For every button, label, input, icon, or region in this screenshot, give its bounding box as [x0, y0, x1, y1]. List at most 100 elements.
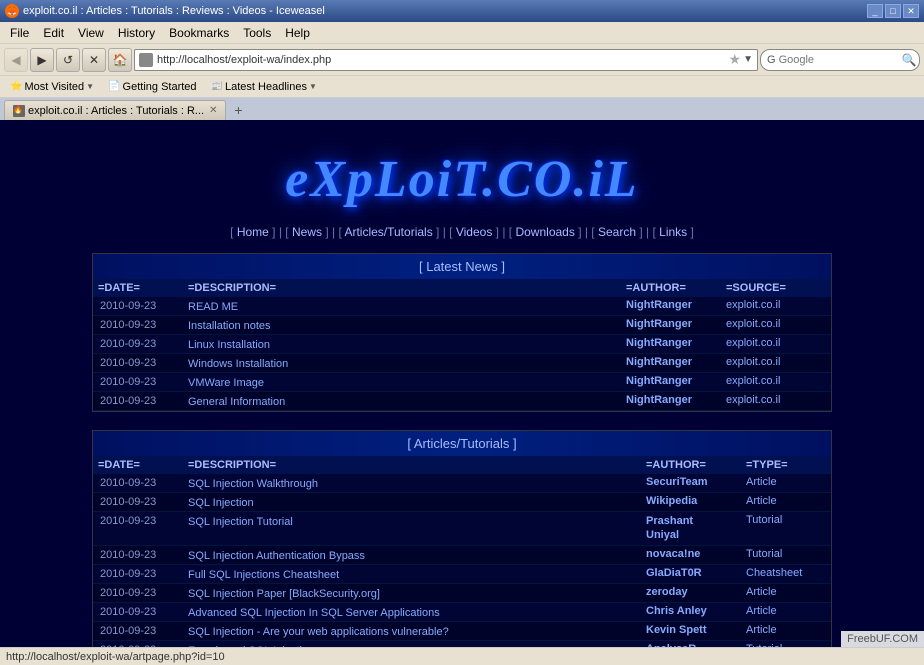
- address-bar-container: http://localhost/exploit-wa/index.php ★ …: [134, 49, 758, 71]
- desc-link[interactable]: Linux Installation: [188, 339, 270, 351]
- nav-news[interactable]: News: [292, 225, 322, 239]
- desc-link[interactable]: READ ME: [188, 301, 238, 313]
- app-icon: 🦊: [5, 4, 19, 18]
- window-controls[interactable]: _ □ ✕: [867, 4, 919, 18]
- table-row: 2010-09-23 READ ME NightRanger exploit.c…: [93, 297, 831, 316]
- stop-button[interactable]: ✕: [82, 48, 106, 72]
- desc-link[interactable]: SQL Injection Authentication Bypass: [188, 550, 365, 562]
- cell-date: 2010-09-23: [98, 394, 188, 408]
- latest-news-section: [ Latest News ] =DATE= =DESCRIPTION= =AU…: [92, 253, 832, 412]
- desc-link[interactable]: Windows Installation: [188, 358, 288, 370]
- menu-help[interactable]: Help: [279, 24, 316, 42]
- desc-link[interactable]: VMWare Image: [188, 377, 264, 389]
- cell-desc: Advanced SQL Injection In SQL Server App…: [188, 605, 646, 619]
- cell-source: exploit.co.il: [726, 337, 826, 351]
- cell-date: 2010-09-23: [98, 624, 188, 638]
- desc-link[interactable]: SQL Injection Paper [BlackSecurity.org]: [188, 588, 380, 600]
- search-input[interactable]: [779, 54, 899, 66]
- cell-date: 2010-09-23: [98, 548, 188, 562]
- bookmark-most-visited[interactable]: ⭐ Most Visited ▼: [4, 80, 100, 94]
- table-row: 2010-09-23 SQL Injection Tutorial Prasha…: [93, 512, 831, 546]
- desc-link[interactable]: General Information: [188, 396, 285, 408]
- table-row: 2010-09-23 Linux Installation NightRange…: [93, 335, 831, 354]
- menu-view[interactable]: View: [72, 24, 110, 42]
- menu-edit[interactable]: Edit: [37, 24, 70, 42]
- desc-link[interactable]: Advanced SQL Injection In SQL Server App…: [188, 607, 440, 619]
- desc-link[interactable]: SQL Injection: [188, 497, 254, 509]
- cell-author: Wikipedia: [646, 495, 746, 509]
- menu-bookmarks[interactable]: Bookmarks: [163, 24, 235, 42]
- back-button[interactable]: ◀: [4, 48, 28, 72]
- menu-history[interactable]: History: [112, 24, 161, 42]
- desc-link[interactable]: SQL Injection Tutorial: [188, 516, 293, 528]
- cell-date: 2010-09-23: [98, 567, 188, 581]
- nav-sep6: ] | [: [639, 225, 659, 239]
- minimize-button[interactable]: _: [867, 4, 883, 18]
- nav-videos[interactable]: Videos: [456, 225, 492, 239]
- col-type-2: =TYPE=: [746, 459, 826, 471]
- address-bar[interactable]: http://localhost/exploit-wa/index.php ★ …: [134, 49, 758, 71]
- bookmark-getting-started[interactable]: 📄 Getting Started: [102, 80, 202, 94]
- desc-link[interactable]: Full SQL Injections Cheatsheet: [188, 569, 339, 581]
- toolbar: ◀ ▶ ↺ ✕ 🏠 http://localhost/exploit-wa/in…: [0, 44, 924, 76]
- chevron-down-icon: ▼: [86, 82, 94, 91]
- table-row: 2010-09-23 Windows Installation NightRan…: [93, 354, 831, 373]
- site-logo-container: eXpLoiT.CO.iL: [92, 130, 832, 219]
- search-submit-icon[interactable]: 🔍: [902, 53, 917, 67]
- nav-separator: [: [230, 225, 237, 239]
- cell-desc: SQL Injection Paper [BlackSecurity.org]: [188, 586, 646, 600]
- cell-type: Article: [746, 586, 826, 600]
- cell-desc: SQL Injection Tutorial: [188, 514, 646, 543]
- bookmark-latest-headlines[interactable]: 📰 Latest Headlines ▼: [205, 80, 323, 94]
- page-icon: 📄: [108, 81, 120, 92]
- cell-date: 2010-09-23: [98, 299, 188, 313]
- cell-date: 2010-09-23: [98, 375, 188, 389]
- address-text[interactable]: http://localhost/exploit-wa/index.php: [157, 54, 729, 66]
- tab-bar: 🔥 exploit.co.il : Articles : Tutorials :…: [0, 98, 924, 120]
- nav-home[interactable]: Home: [237, 225, 269, 239]
- nav-links[interactable]: Links: [659, 225, 687, 239]
- address-dropdown-icon[interactable]: ▼: [743, 54, 753, 65]
- cell-desc: READ ME: [188, 299, 626, 313]
- cell-author: NightRanger: [626, 318, 726, 332]
- nav-sep5: ] | [: [578, 225, 598, 239]
- cell-source: exploit.co.il: [726, 394, 826, 408]
- cell-date: 2010-09-23: [98, 605, 188, 619]
- desc-link[interactable]: SQL Injection - Are your web application…: [188, 626, 449, 638]
- new-tab-button[interactable]: +: [228, 100, 248, 120]
- cell-date: 2010-09-23: [98, 514, 188, 543]
- cell-author: Kevin Spett: [646, 624, 746, 638]
- tab-exploit[interactable]: 🔥 exploit.co.il : Articles : Tutorials :…: [4, 100, 226, 120]
- search-engine-icon: G: [767, 54, 776, 66]
- cell-author: zeroday: [646, 586, 746, 600]
- desc-link[interactable]: SQL Injection Walkthrough: [188, 478, 318, 490]
- bookmark-most-visited-label: Most Visited: [24, 81, 84, 93]
- watermark: FreebUF.COM: [841, 631, 924, 647]
- col-author-2: =AUTHOR=: [646, 459, 746, 471]
- nav-sep4: ] | [: [496, 225, 516, 239]
- col-desc-2: =DESCRIPTION=: [188, 459, 646, 471]
- cell-date: 2010-09-23: [98, 337, 188, 351]
- tab-close-button[interactable]: ✕: [209, 105, 217, 116]
- menu-tools[interactable]: Tools: [237, 24, 277, 42]
- bookmark-star-icon[interactable]: ★: [729, 51, 742, 68]
- cell-desc: SQL Injection - Are your web application…: [188, 624, 646, 638]
- nav-downloads[interactable]: Downloads: [515, 225, 574, 239]
- maximize-button[interactable]: □: [885, 4, 901, 18]
- home-button[interactable]: 🏠: [108, 48, 132, 72]
- site-logo: eXpLoiT.CO.iL: [92, 150, 832, 209]
- nav-articles[interactable]: Articles/Tutorials: [344, 225, 432, 239]
- nav-sep1: ] | [: [272, 225, 292, 239]
- desc-link[interactable]: Installation notes: [188, 320, 271, 332]
- cell-type: Article: [746, 624, 826, 638]
- cell-date: 2010-09-23: [98, 586, 188, 600]
- menu-file[interactable]: File: [4, 24, 35, 42]
- bookmark-latest-headlines-label: Latest Headlines: [225, 81, 307, 93]
- cell-desc: SQL Injection Authentication Bypass: [188, 548, 646, 562]
- nav-search[interactable]: Search: [598, 225, 636, 239]
- reload-button[interactable]: ↺: [56, 48, 80, 72]
- forward-button[interactable]: ▶: [30, 48, 54, 72]
- search-bar[interactable]: G 🔍: [760, 49, 920, 71]
- cell-date: 2010-09-23: [98, 356, 188, 370]
- close-button[interactable]: ✕: [903, 4, 919, 18]
